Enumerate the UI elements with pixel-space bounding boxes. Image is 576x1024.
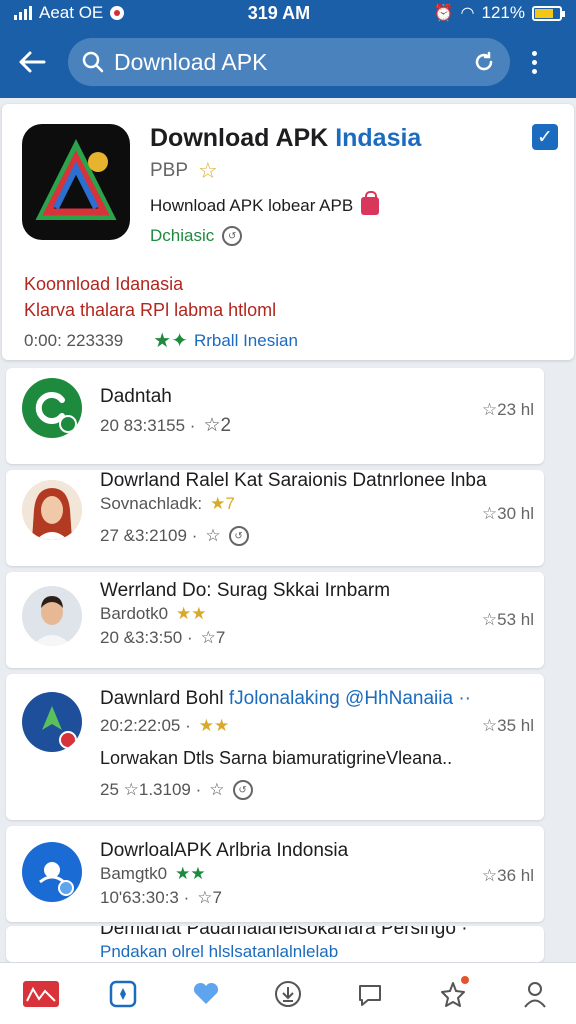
item-title: Demlanat Padamalanelsokanara Persingo · — [100, 926, 468, 939]
nav-profile-icon[interactable] — [513, 972, 557, 1016]
search-bar[interactable]: Download APK — [68, 38, 510, 86]
list-item[interactable]: Dowrland Ralel Kat Saraionis Datnrlonee … — [6, 470, 544, 566]
select-checkbox[interactable]: ✓ — [532, 124, 558, 150]
item-meta: Sovnachladk: ★7 — [100, 494, 235, 513]
alarm-icon: ⏰ — [433, 5, 454, 22]
item-meta: 25 ☆1.3109 · ☆ ↺ — [100, 780, 253, 800]
nav-home-icon[interactable] — [19, 972, 63, 1016]
avatar — [22, 842, 82, 902]
history-icon: ↺ — [222, 226, 243, 246]
star-icon: ☆ — [198, 158, 218, 183]
nav-downloads-icon[interactable] — [266, 972, 310, 1016]
list-item[interactable]: Dawnlard Bohl fJolonalaking @HhNanaiia ·… — [6, 674, 544, 820]
battery-percent: 121% — [481, 3, 525, 22]
item-meta: 20 83:3155 · ☆2 — [100, 415, 232, 436]
item-meta: Pndakan olrel hlslsatanlalnlelab — [100, 942, 339, 961]
bottom-navigation — [0, 962, 576, 1024]
item-meta: 20:2:22:05 · ★★ — [100, 716, 230, 735]
item-title: Dadntah — [100, 386, 172, 407]
item-meta: 27 &3:2109 · ☆ ↺ — [100, 526, 249, 546]
search-input[interactable]: Download APK — [114, 49, 472, 76]
arrow-left-icon — [19, 51, 46, 73]
notification-badge — [460, 975, 469, 984]
featured-note-2: Klarva thalara RPl labma htloml — [24, 300, 277, 320]
avatar — [22, 378, 82, 438]
lock-icon — [361, 191, 380, 215]
featured-footer: 0:00: 223339 ★✦ Rrball Inesian — [24, 330, 298, 352]
list-item[interactable]: Werrland Do: Surag Skkai Irnbarm Bardotk… — [6, 572, 544, 668]
carrier-label: Aeat OE — [39, 3, 104, 22]
item-description: Lorwakan Dtls Sarna biamuratigrineVleana… — [100, 748, 453, 768]
item-count: ☆53 hl — [481, 610, 534, 629]
more-vertical-icon[interactable] — [516, 42, 552, 82]
featured-title: Download APK Indasia — [150, 124, 422, 152]
featured-rating: PBP ☆ — [150, 158, 218, 183]
battery-icon — [532, 5, 565, 21]
star-cluster-icon: ★✦ — [153, 330, 188, 352]
item-title: Dawnlard Bohl fJolonalaking @HhNanaiia ·… — [100, 688, 471, 709]
list-item[interactable]: Demlanat Padamalanelsokanara Persingo · … — [6, 926, 544, 962]
avatar — [22, 692, 82, 752]
item-meta: 10'63:30:3 · ☆7 — [100, 888, 222, 907]
item-meta: 20 &3:3:50 · ☆7 — [100, 628, 226, 647]
app-logo — [22, 124, 130, 240]
item-meta: Bardotk0 ★★ — [100, 604, 207, 623]
clock: 319 AM — [247, 2, 311, 23]
nav-notifications-icon[interactable] — [431, 972, 475, 1016]
back-button[interactable] — [12, 42, 52, 82]
item-count: ☆30 hl — [481, 504, 534, 523]
nav-messages-icon[interactable] — [348, 972, 392, 1016]
history-icon: ↺ — [228, 526, 249, 546]
item-title: Dowrland Ralel Kat Saraionis Datnrlonee … — [100, 470, 487, 491]
nav-apps-icon[interactable] — [101, 972, 145, 1016]
featured-status: Dchiasic ↺ — [150, 226, 243, 246]
item-count: ☆36 hl — [481, 866, 534, 885]
signal-icon — [14, 6, 32, 20]
wifi-icon: ◠ — [460, 5, 475, 22]
featured-app-card[interactable]: Download APK Indasia ✓ PBP ☆ Hownload AP… — [2, 104, 574, 360]
status-bar: Aeat OE 319 AM ⏰ ◠ 121% — [0, 0, 576, 26]
item-count: ☆23 hl — [481, 400, 534, 419]
search-icon — [82, 51, 104, 73]
recording-icon — [110, 6, 125, 20]
refresh-icon[interactable] — [472, 50, 496, 74]
list-item[interactable]: DowrloalAPK Arlbria Indonsia Bamgtk0 ★★ … — [6, 826, 544, 922]
app-bar: Download APK — [0, 26, 576, 98]
featured-subtitle: Hownload APK lobear APB — [150, 191, 380, 216]
item-title: DowrloalAPK Arlbria Indonsia — [100, 840, 349, 861]
featured-link[interactable]: Rrball Inesian — [194, 331, 298, 351]
nav-favorites-icon[interactable] — [184, 972, 228, 1016]
list-item[interactable]: Dadntah 20 83:3155 · ☆2 ☆23 hl — [6, 368, 544, 464]
item-meta: Bamgtk0 ★★ — [100, 864, 206, 883]
featured-note-1: Koonnload Idanasia — [24, 274, 184, 294]
history-icon: ↺ — [232, 780, 253, 800]
item-title: Werrland Do: Surag Skkai Irnbarm — [100, 580, 391, 601]
item-count: ☆35 hl — [481, 716, 534, 735]
avatar — [22, 480, 82, 540]
avatar — [22, 586, 82, 646]
